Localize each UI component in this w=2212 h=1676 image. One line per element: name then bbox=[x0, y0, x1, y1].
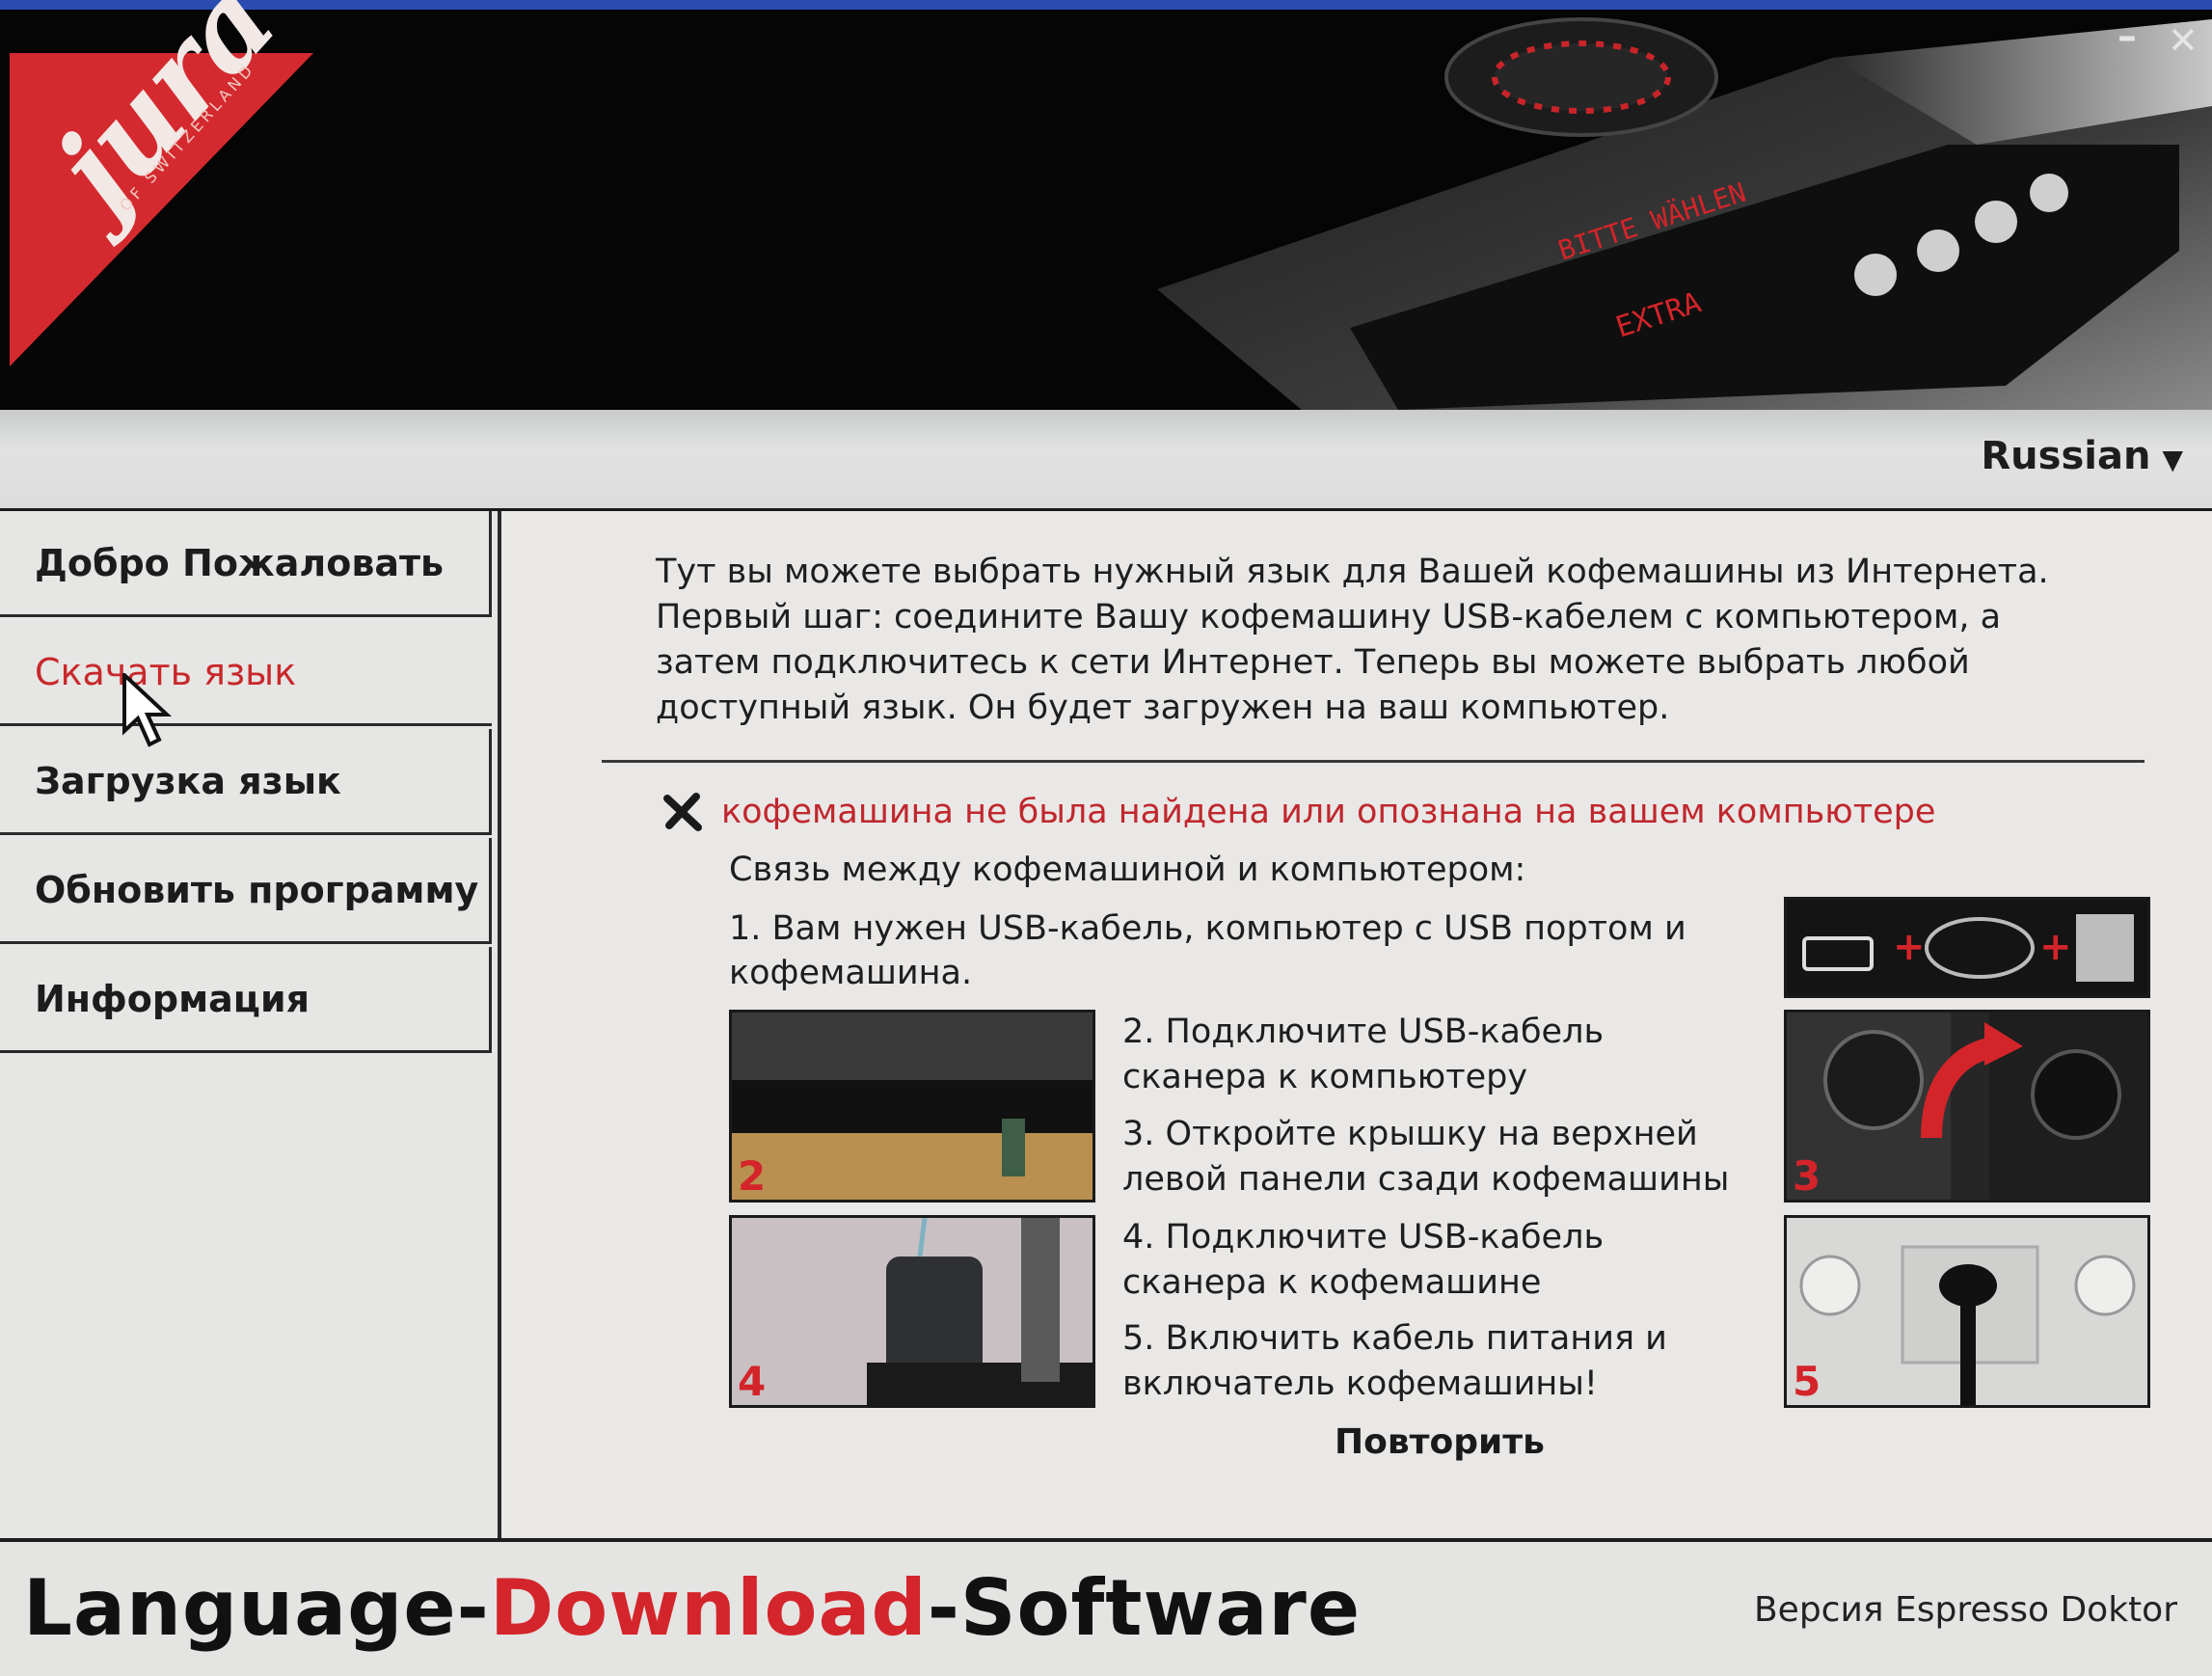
brand-part-3: -Software bbox=[927, 1563, 1362, 1653]
brand-part-1: Language- bbox=[23, 1563, 490, 1653]
intro-line: доступный язык. Он будет загружен на ваш… bbox=[656, 689, 1670, 727]
sidebar: Добро Пожаловать Скачать язык Загрузка я… bbox=[0, 511, 501, 1538]
retry-button[interactable]: Повторить bbox=[1335, 1422, 1545, 1462]
intro-text: Тут вы можете выбрать нужный язык для Ва… bbox=[656, 550, 2160, 731]
coffee-machine-image: BITTE WÄHLEN EXTRA bbox=[1157, 17, 2212, 410]
step-line: 4. Подключите USB-кабель bbox=[1122, 1218, 1605, 1257]
sidebar-item-welcome[interactable]: Добро Пожаловать bbox=[0, 511, 492, 617]
step-4: 4. Подключите USB-кабель сканера к кофем… bbox=[1122, 1215, 1797, 1306]
sidebar-item-information[interactable]: Информация bbox=[0, 947, 492, 1053]
sidebar-item-download-language[interactable]: Скачать язык bbox=[0, 620, 492, 726]
step-4-photo: 4 bbox=[729, 1215, 1095, 1408]
sidebar-item-label: Загрузка язык bbox=[35, 759, 341, 802]
step-line: сканера к компьютеру bbox=[1122, 1058, 1528, 1096]
connection-title: Связь между кофемашиной и компьютером: bbox=[729, 851, 1526, 889]
step-line: включатель кофемашины! bbox=[1122, 1365, 1598, 1403]
step-2: 2. Подключите USB-кабель сканера к компь… bbox=[1122, 1010, 1797, 1100]
photo-number: 2 bbox=[738, 1152, 767, 1200]
intro-line: затем подключитесь к сети Интернет. Тепе… bbox=[656, 643, 1970, 682]
chevron-down-icon: ▼ bbox=[2162, 444, 2183, 475]
step-line: сканера к кофемашине bbox=[1122, 1263, 1542, 1302]
error-status: кофемашина не была найдена или опознана … bbox=[661, 791, 1935, 833]
intro-line: Первый шаг: соедините Вашу кофемашину US… bbox=[656, 598, 2002, 636]
divider bbox=[602, 760, 2145, 763]
photo-number: 3 bbox=[1793, 1152, 1821, 1200]
step-line: 5. Включить кабель питания и bbox=[1122, 1319, 1667, 1358]
step-line: 3. Откройте крышку на верхней bbox=[1122, 1115, 1698, 1153]
error-message: кофемашина не была найдена или опознана … bbox=[721, 793, 1936, 831]
step-5: 5. Включить кабель питания и включатель … bbox=[1122, 1316, 1797, 1407]
step-3-photo: 3 bbox=[1784, 1010, 2150, 1203]
sidebar-item-label: Добро Пожаловать bbox=[35, 541, 445, 584]
step-line: 2. Подключите USB-кабель bbox=[1122, 1013, 1605, 1051]
step-1: 1. Вам нужен USB-кабель, компьютер с USB… bbox=[729, 906, 1713, 995]
usb-items-photo: + + bbox=[1784, 897, 2150, 998]
version-label: Версия Espresso Doktor bbox=[1753, 1590, 2177, 1630]
step-5-photo: 5 bbox=[1784, 1215, 2150, 1408]
close-button[interactable]: ✕ bbox=[2168, 19, 2199, 62]
language-dropdown[interactable]: Russian ▼ bbox=[1981, 434, 2183, 478]
sidebar-item-update-program[interactable]: Обновить программу bbox=[0, 838, 492, 944]
app-brand-title: Language-Download-Software bbox=[23, 1563, 1361, 1653]
language-bar: Russian ▼ bbox=[0, 410, 2212, 511]
header-banner: jura OF SWITZERLAND BITTE WÄHLEN EXTRA –… bbox=[0, 0, 2212, 410]
error-x-icon bbox=[663, 793, 702, 831]
svg-text:+: + bbox=[2039, 925, 2072, 969]
mouse-cursor-icon bbox=[122, 673, 173, 747]
svg-text:+: + bbox=[1893, 925, 1926, 969]
minimize-button[interactable]: – bbox=[2118, 14, 2137, 59]
photo-number: 4 bbox=[738, 1358, 767, 1405]
step-line: левой панели сзади кофемашины bbox=[1122, 1160, 1730, 1199]
brand-part-2: Download bbox=[489, 1563, 928, 1653]
sidebar-item-label: Обновить программу bbox=[35, 868, 479, 911]
step-2-photo: 2 bbox=[729, 1010, 1095, 1203]
sidebar-item-load-language[interactable]: Загрузка язык bbox=[0, 729, 492, 835]
language-selected-label: Russian bbox=[1981, 434, 2151, 478]
step-3: 3. Откройте крышку на верхней левой пане… bbox=[1122, 1112, 1797, 1203]
step-line: кофемашина. bbox=[729, 954, 973, 992]
sidebar-item-label: Информация bbox=[35, 977, 310, 1020]
photo-number: 5 bbox=[1793, 1358, 1821, 1405]
main-panel: Тут вы можете выбрать нужный язык для Ва… bbox=[505, 511, 2212, 1538]
step-line: 1. Вам нужен USB-кабель, компьютер с USB… bbox=[729, 909, 1686, 948]
footer: Language-Download-Software Версия Espres… bbox=[0, 1538, 2212, 1676]
intro-line: Тут вы можете выбрать нужный язык для Ва… bbox=[656, 553, 2049, 591]
